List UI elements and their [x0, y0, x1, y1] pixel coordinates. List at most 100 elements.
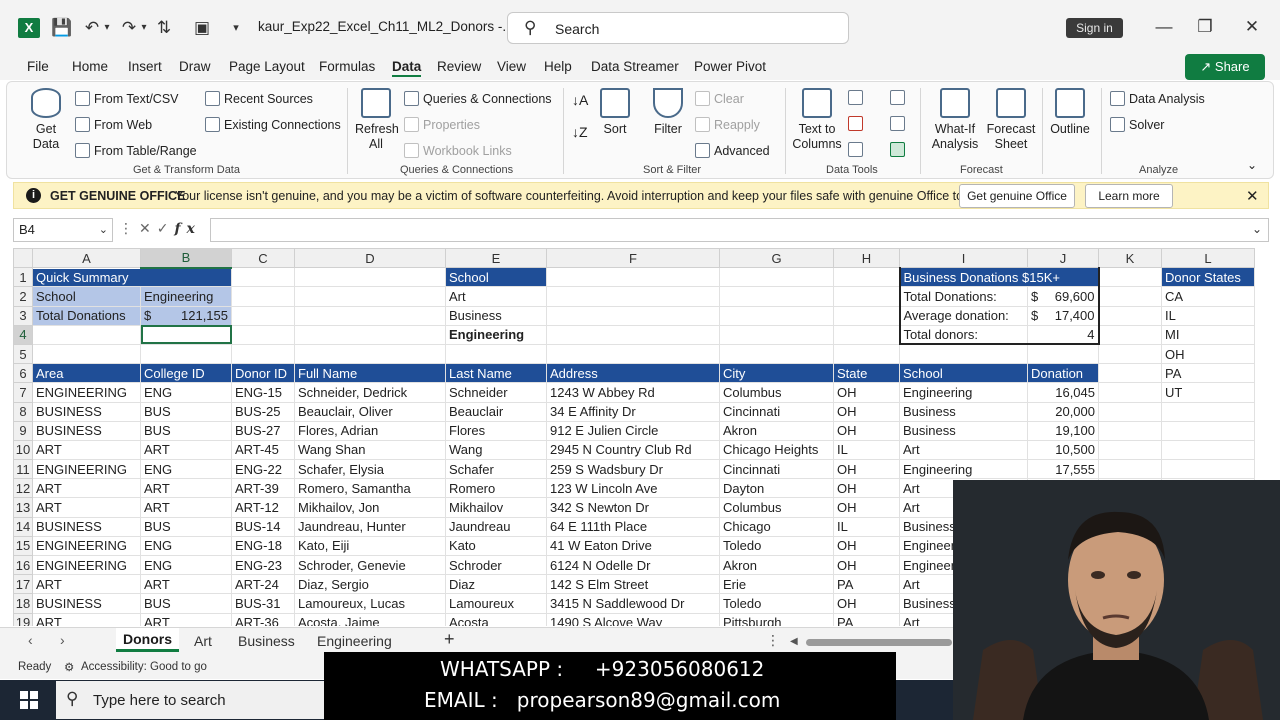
tab-view[interactable]: View — [497, 59, 526, 74]
table-cell[interactable]: 34 E Affinity Dr — [546, 401, 720, 422]
row-header[interactable]: 5 — [13, 343, 33, 365]
accessibility-status[interactable]: Accessibility: Good to go — [81, 661, 207, 673]
cell[interactable] — [1098, 420, 1162, 441]
table-header-cell[interactable]: Area — [32, 363, 141, 384]
chevron-right-icon[interactable]: › — [60, 632, 65, 648]
cell[interactable] — [546, 343, 720, 365]
workbook-links-button[interactable]: Workbook Links — [404, 143, 512, 158]
customize-quick-access-icon[interactable]: ▾ — [228, 17, 244, 39]
cell[interactable] — [1098, 401, 1162, 422]
cell[interactable] — [833, 267, 900, 288]
table-cell[interactable]: ART-36 — [231, 612, 295, 626]
table-cell[interactable]: Art — [899, 439, 1028, 461]
table-cell[interactable]: BUS — [140, 401, 232, 422]
cell[interactable] — [719, 343, 834, 365]
table-cell[interactable]: Wang Shan — [294, 439, 446, 461]
relationships-icon[interactable] — [890, 116, 909, 131]
tab-page-layout[interactable]: Page Layout — [229, 59, 305, 74]
cell[interactable] — [719, 324, 834, 345]
learn-more-button[interactable]: Learn more — [1085, 184, 1173, 208]
table-cell[interactable]: 6124 N Odelle Dr — [546, 554, 720, 576]
cell[interactable] — [1161, 420, 1255, 441]
name-box[interactable]: B4 ⌄ — [13, 218, 113, 242]
enter-icon[interactable]: ✓ — [157, 220, 175, 236]
table-cell[interactable]: Dayton — [719, 478, 834, 499]
sort-a-z-icon[interactable]: ↓A — [572, 92, 588, 108]
column-header[interactable]: H — [833, 248, 900, 269]
form-icon[interactable]: ▣ — [190, 17, 214, 39]
cell[interactable] — [32, 324, 141, 345]
cell[interactable] — [445, 343, 547, 365]
table-cell[interactable]: ENG-23 — [231, 554, 295, 576]
table-cell[interactable]: Akron — [719, 554, 834, 576]
forecast-sheet-button[interactable]: Forecast Sheet — [986, 88, 1036, 152]
table-cell[interactable]: ENG-15 — [231, 382, 295, 403]
table-cell[interactable]: Akron — [719, 420, 834, 441]
table-cell[interactable]: ENGINEERING — [32, 459, 141, 480]
table-header-cell[interactable]: Address — [546, 363, 720, 384]
reapply-button[interactable]: Reapply — [695, 117, 760, 132]
tab-data-streamer[interactable]: Data Streamer — [591, 59, 679, 74]
cell[interactable] — [1161, 439, 1255, 461]
donor-state-item[interactable]: IL — [1161, 305, 1255, 326]
column-header[interactable]: K — [1098, 248, 1162, 269]
cell[interactable] — [294, 343, 446, 365]
from-web-button[interactable]: From Web — [75, 117, 152, 132]
row-header[interactable]: 15 — [13, 535, 33, 557]
add-sheet-button[interactable]: + — [444, 629, 455, 650]
table-cell[interactable]: 17,555 — [1027, 459, 1099, 480]
quick-summary-title[interactable]: Quick Summary — [32, 267, 232, 288]
table-cell[interactable]: OH — [833, 535, 900, 557]
cell[interactable] — [546, 286, 720, 307]
table-cell[interactable]: Beauclair, Oliver — [294, 401, 446, 422]
table-cell[interactable]: 123 W Lincoln Ave — [546, 478, 720, 499]
active-cell[interactable] — [140, 324, 232, 345]
cell[interactable] — [32, 343, 141, 365]
table-cell[interactable]: Flores — [445, 420, 547, 441]
insert-function-icon[interactable]: fx — [174, 221, 200, 237]
row-header[interactable]: 11 — [13, 459, 33, 480]
row-header[interactable]: 17 — [13, 574, 33, 595]
redo-dropdown-icon[interactable]: ▾ — [138, 17, 150, 39]
table-cell[interactable]: Toledo — [719, 593, 834, 614]
table-header-cell[interactable]: College ID — [140, 363, 232, 384]
table-cell[interactable]: OH — [833, 497, 900, 518]
summary-school-value[interactable]: Engineering — [140, 286, 232, 307]
business-donors-value[interactable]: 4 — [1027, 324, 1100, 346]
cell[interactable] — [546, 267, 720, 288]
sheet-tab-business[interactable]: Business — [238, 633, 295, 649]
table-cell[interactable]: Lamoureux — [445, 593, 547, 614]
table-cell[interactable]: 3415 N Saddlewood Dr — [546, 593, 720, 614]
table-cell[interactable]: 142 S Elm Street — [546, 574, 720, 595]
table-cell[interactable]: Jaundreau — [445, 516, 547, 537]
row-header[interactable]: 2 — [13, 286, 33, 307]
table-cell[interactable]: OH — [833, 593, 900, 614]
table-cell[interactable]: Mikhailov — [445, 497, 547, 518]
undo-dropdown-icon[interactable]: ▾ — [101, 17, 113, 39]
consolidate-icon[interactable] — [890, 90, 909, 105]
chevron-left-icon[interactable]: ‹ — [28, 632, 33, 648]
table-cell[interactable]: Schneider — [445, 382, 547, 403]
table-cell[interactable]: PA — [833, 574, 900, 595]
table-cell[interactable]: ART — [140, 497, 232, 518]
school-list-item[interactable]: Business — [445, 305, 547, 326]
table-cell[interactable]: OH — [833, 459, 900, 480]
table-cell[interactable]: 912 E Julien Circle — [546, 420, 720, 441]
table-cell[interactable]: Diaz, Sergio — [294, 574, 446, 595]
table-cell[interactable]: 259 S Wadsbury Dr — [546, 459, 720, 480]
cell[interactable] — [833, 324, 900, 345]
cell[interactable] — [1098, 382, 1162, 403]
column-header[interactable]: J — [1027, 248, 1099, 269]
table-header-cell[interactable]: Full Name — [294, 363, 446, 384]
school-list-item[interactable]: Art — [445, 286, 547, 307]
donor-state-item[interactable]: PA — [1161, 363, 1255, 384]
cell[interactable] — [231, 267, 295, 288]
cell[interactable] — [1098, 439, 1162, 461]
tab-help[interactable]: Help — [544, 59, 572, 74]
donor-state-item[interactable]: MI — [1161, 324, 1255, 345]
minimize-icon[interactable]: — — [1150, 14, 1178, 40]
table-cell[interactable]: Beauclair — [445, 401, 547, 422]
cell[interactable] — [1161, 401, 1255, 422]
table-cell[interactable]: OH — [833, 420, 900, 441]
cell[interactable] — [294, 305, 446, 326]
